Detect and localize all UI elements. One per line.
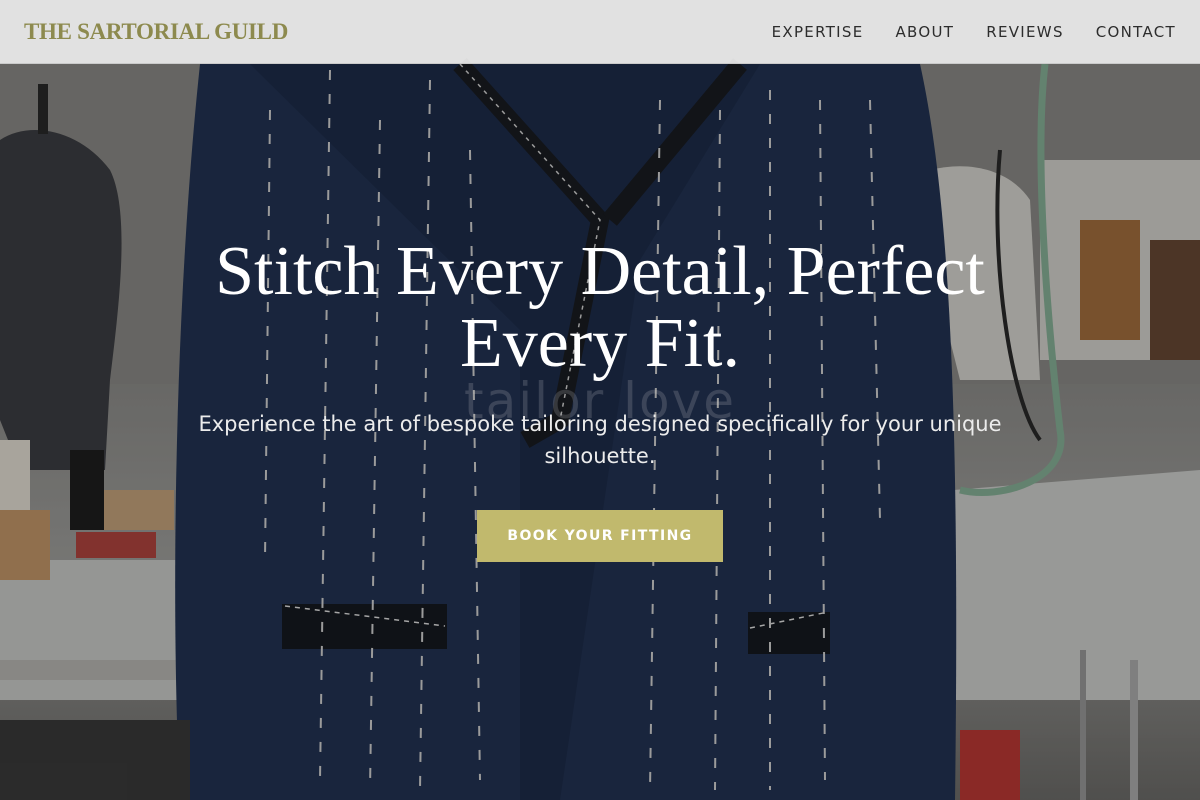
top-navbar: THE SARTORIAL GUILD EXPERTISE ABOUT REVI…: [0, 0, 1200, 64]
book-fitting-button[interactable]: BOOK YOUR FITTING: [477, 510, 723, 562]
nav-link-expertise[interactable]: EXPERTISE: [772, 23, 864, 41]
nav-link-contact[interactable]: CONTACT: [1096, 23, 1176, 41]
main-nav: EXPERTISE ABOUT REVIEWS CONTACT: [772, 23, 1176, 41]
nav-link-about[interactable]: ABOUT: [896, 23, 955, 41]
hero-content: Stitch Every Detail, Perfect Every Fit. …: [150, 236, 1050, 472]
hero-headline: Stitch Every Detail, Perfect Every Fit.: [215, 233, 985, 382]
nav-link-reviews[interactable]: REVIEWS: [986, 23, 1064, 41]
brand-logo-link[interactable]: THE SARTORIAL GUILD: [24, 19, 288, 45]
hero-subheadline: Experience the art of bespoke tailoring …: [198, 412, 1002, 468]
